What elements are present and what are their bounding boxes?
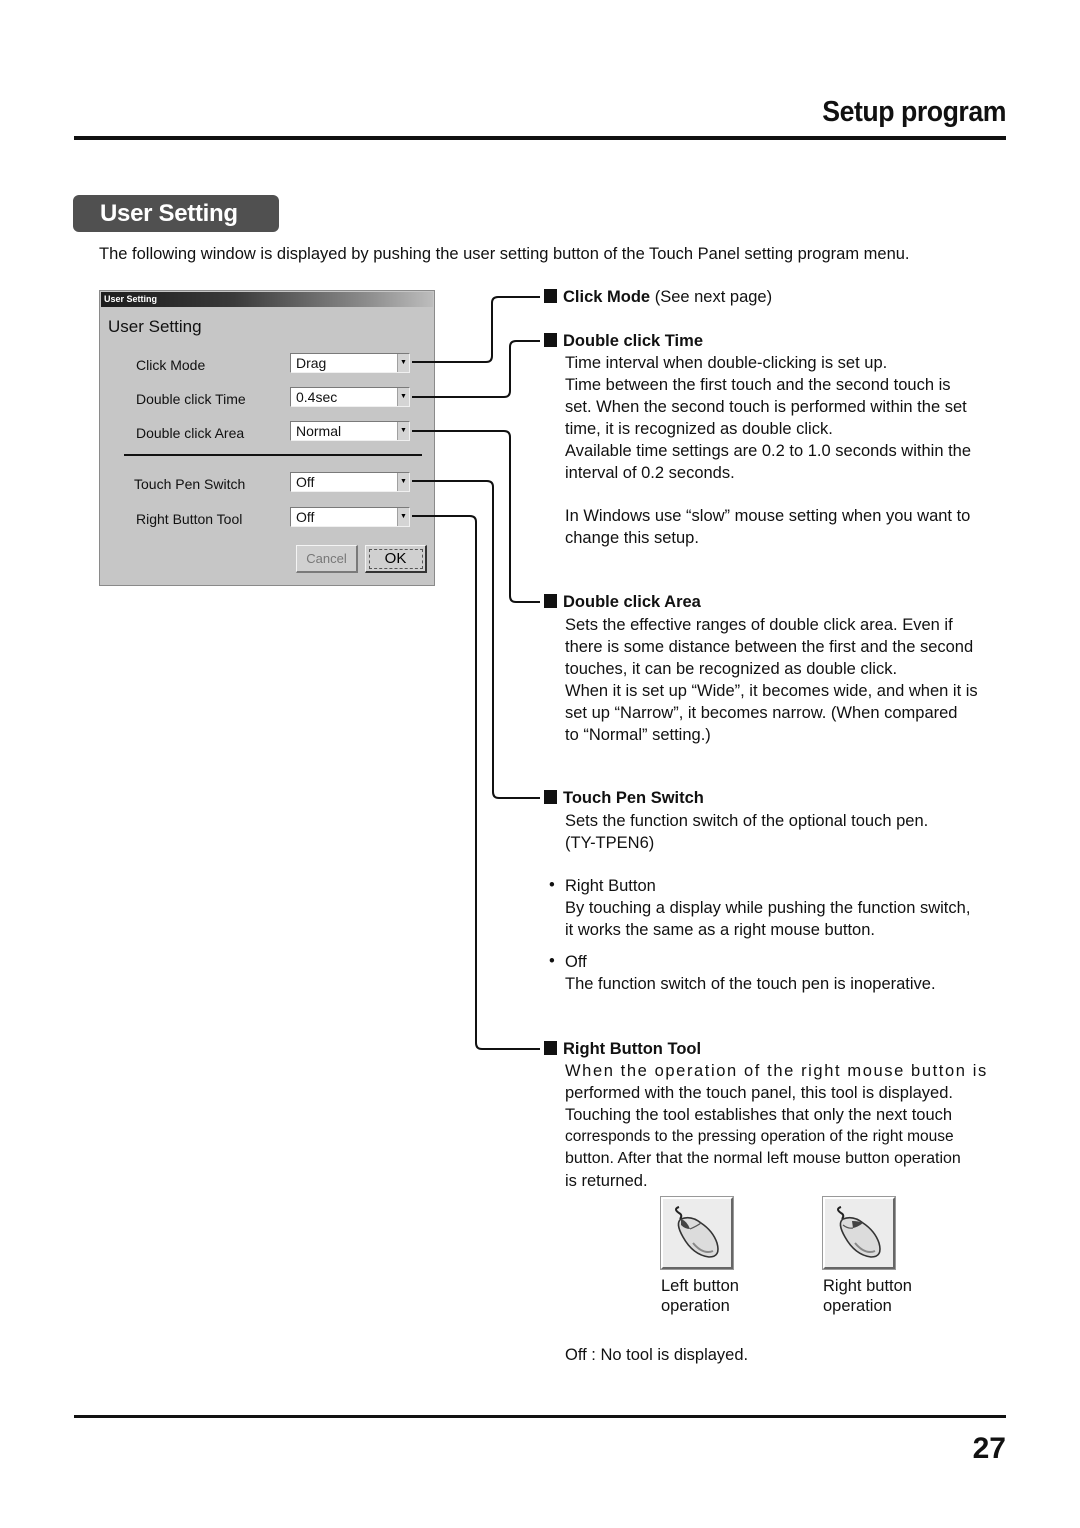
touch-pen-switch-label: Touch Pen Switch <box>134 476 246 492</box>
off-note: Off : No tool is displayed. <box>565 1344 1005 1366</box>
click-mode-note: (See next page) <box>650 288 773 306</box>
right-button-tool-description: When the operation of the right mouse bu… <box>565 1060 1005 1192</box>
square-bullet-icon <box>544 289 557 303</box>
connector-right-button-tool <box>412 515 540 1050</box>
caption-line: operation <box>661 1297 730 1315</box>
chevron-down-icon[interactable]: ▼ <box>397 388 409 406</box>
click-mode-title: Click Mode <box>563 288 651 306</box>
double-click-time-title: Double click Time <box>563 332 703 350</box>
click-mode-select[interactable]: Drag ▼ <box>290 353 410 373</box>
text-line: corresponds to the pressing operation of… <box>565 1128 954 1145</box>
text-line: Sets the function switch of the optional… <box>565 812 929 830</box>
right-button-tool-value: Off <box>296 509 315 525</box>
caption-line: operation <box>823 1297 892 1315</box>
right-button-tool-select[interactable]: Off ▼ <box>290 507 410 527</box>
windows-note: In Windows use “slow” mouse setting when… <box>565 505 1005 549</box>
double-click-area-description: Sets the effective ranges of double clic… <box>565 614 1005 746</box>
text-line: The function switch of the touch pen is … <box>565 975 936 993</box>
text-line: time, it is recognized as double click. <box>565 420 833 438</box>
cancel-button[interactable]: Cancel <box>296 545 358 573</box>
right-button-tool-heading: Right Button Tool <box>544 1040 701 1059</box>
mouse-right-button-icon <box>822 1196 896 1270</box>
click-mode-heading: Click Mode (See next page) <box>544 288 772 307</box>
square-bullet-icon <box>544 790 557 804</box>
dialog-titlebar: User Setting <box>101 292 433 307</box>
caption-line: Right button <box>823 1277 912 1295</box>
touch-pen-switch-title: Touch Pen Switch <box>563 789 704 807</box>
intro-text: The following window is displayed by pus… <box>99 245 910 263</box>
click-mode-value: Drag <box>296 355 327 371</box>
right-button-caption: Right button operation <box>823 1276 912 1316</box>
bullet-dot-icon: • <box>549 952 555 970</box>
double-click-area-value: Normal <box>296 423 342 439</box>
text-line: there is some distance between the first… <box>565 638 974 656</box>
touch-pen-switch-heading: Touch Pen Switch <box>544 789 704 808</box>
double-click-time-description: Time interval when double-clicking is se… <box>565 352 1005 484</box>
option-off: Off The function switch of the touch pen… <box>565 951 1005 995</box>
text-line: interval of 0.2 seconds. <box>565 464 735 482</box>
mouse-left-button-icon <box>660 1196 734 1270</box>
mouse-icon <box>837 1206 881 1258</box>
text-line: When the operation of the right mouse bu… <box>565 1062 988 1080</box>
text-line: By touching a display while pushing the … <box>565 899 971 917</box>
double-click-time-heading: Double click Time <box>544 332 703 351</box>
text-line: When it is set up “Wide”, it becomes wid… <box>565 682 978 700</box>
text-line: is returned. <box>565 1172 648 1190</box>
text-line: set up “Narrow”, it becomes narrow. (Whe… <box>565 704 958 722</box>
chevron-down-icon[interactable]: ▼ <box>397 354 409 372</box>
text-line: touches, it can be recognized as double … <box>565 660 898 678</box>
touch-pen-switch-select[interactable]: Off ▼ <box>290 472 410 492</box>
double-click-area-label: Double click Area <box>136 425 245 441</box>
bullet-dot-icon: • <box>549 876 555 894</box>
page-header-title: Setup program <box>822 96 1006 128</box>
header-rule <box>74 136 1006 140</box>
double-click-time-select[interactable]: 0.4sec ▼ <box>290 387 410 407</box>
double-click-area-heading: Double click Area <box>544 593 701 612</box>
square-bullet-icon <box>544 1041 557 1055</box>
touch-pen-switch-value: Off <box>296 474 315 490</box>
text-line: set. When the second touch is performed … <box>565 398 967 416</box>
text-line: Sets the effective ranges of double clic… <box>565 616 953 634</box>
square-bullet-icon <box>544 333 557 347</box>
double-click-time-label: Double click Time <box>136 391 246 407</box>
text-line: Time interval when double-clicking is se… <box>565 354 888 372</box>
text-line: Available time settings are 0.2 to 1.0 s… <box>565 442 972 460</box>
text-line: performed with the touch panel, this too… <box>565 1084 953 1102</box>
dialog-heading: User Setting <box>108 317 202 336</box>
ok-button[interactable]: OK <box>365 545 427 573</box>
user-setting-dialog: User Setting User Setting Click Mode Dra… <box>99 290 435 586</box>
dialog-separator <box>124 454 422 456</box>
click-mode-label: Click Mode <box>136 357 206 373</box>
double-click-time-value: 0.4sec <box>296 389 338 405</box>
option-right-button: Right Button By touching a display while… <box>565 875 1005 941</box>
section-title-badge: User Setting <box>73 195 279 232</box>
text-line: (TY-TPEN6) <box>565 834 655 852</box>
double-click-area-title: Double click Area <box>563 593 701 611</box>
text-line: Time between the first touch and the sec… <box>565 376 951 394</box>
text-line: In Windows use “slow” mouse setting when… <box>565 507 971 525</box>
chevron-down-icon[interactable]: ▼ <box>397 473 409 491</box>
mouse-icon <box>675 1206 719 1258</box>
page-number: 27 <box>972 1432 1006 1465</box>
text-line: Touching the tool establishes that only … <box>565 1106 953 1124</box>
text-line: change this setup. <box>565 529 699 547</box>
left-button-caption: Left button operation <box>661 1276 739 1316</box>
chevron-down-icon[interactable]: ▼ <box>397 508 409 526</box>
chevron-down-icon[interactable]: ▼ <box>397 422 409 440</box>
option-name: Right Button <box>565 877 656 895</box>
touch-pen-switch-description: Sets the function switch of the optional… <box>565 810 1005 854</box>
footer-rule <box>74 1415 1006 1418</box>
right-button-tool-title: Right Button Tool <box>563 1040 702 1058</box>
right-button-tool-label: Right Button Tool <box>136 511 243 527</box>
option-name: Off <box>565 953 587 971</box>
double-click-area-select[interactable]: Normal ▼ <box>290 421 410 441</box>
text-line: to “Normal” setting.) <box>565 726 711 744</box>
square-bullet-icon <box>544 594 557 608</box>
caption-line: Left button <box>661 1277 739 1295</box>
text-line: button. After that the normal left mouse… <box>565 1150 961 1167</box>
text-line: Off : No tool is displayed. <box>565 1346 749 1364</box>
text-line: it works the same as a right mouse butto… <box>565 921 875 939</box>
